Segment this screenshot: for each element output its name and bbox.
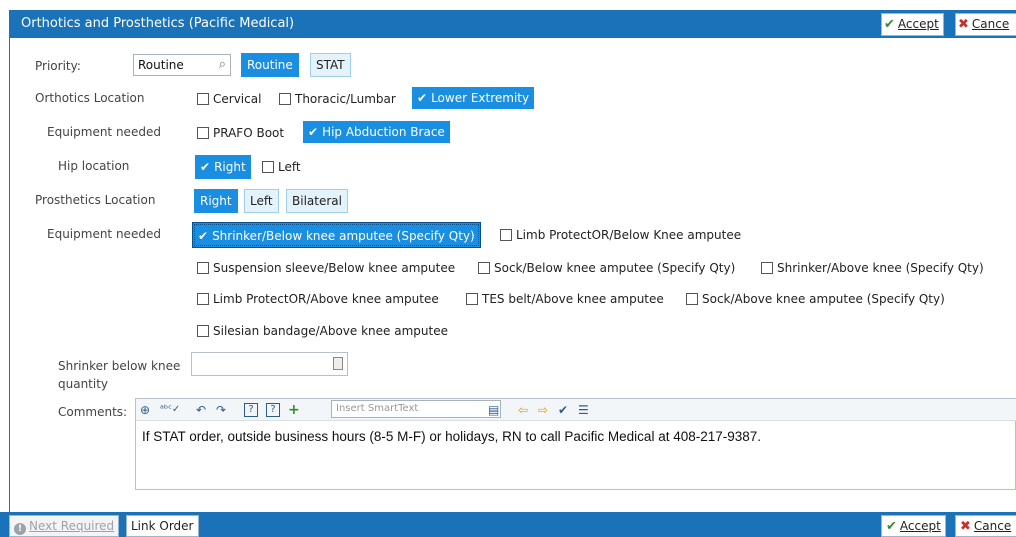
window-title: Orthotics and Prosthetics (Pacific Medic… bbox=[21, 16, 295, 31]
prosthetics-location-label: Prosthetics Location bbox=[35, 193, 156, 207]
sock-above-knee-checkbox[interactable]: Sock/Above knee amputee (Specify Qty) bbox=[686, 288, 945, 310]
prosthetics-right-button[interactable]: Right bbox=[194, 189, 238, 213]
search-icon[interactable]: ⌕ bbox=[219, 57, 226, 72]
prafo-boot-checkbox[interactable]: PRAFO Boot bbox=[197, 122, 284, 144]
footer-bar: ! Next Required Link Order ✔ Accept ✖ Cance bbox=[0, 512, 1016, 537]
smarttext-menu-icon[interactable]: ▤ bbox=[488, 401, 499, 419]
title-bar: Orthotics and Prosthetics (Pacific Medic… bbox=[9, 10, 1016, 38]
prosthetics-left-button[interactable]: Left bbox=[244, 189, 279, 213]
tes-belt-above-knee-checkbox[interactable]: TES belt/Above knee amputee bbox=[466, 288, 664, 310]
hip-left-checkbox[interactable]: Left bbox=[262, 156, 301, 178]
add-icon[interactable]: + bbox=[288, 401, 300, 419]
accept-field-icon[interactable]: ✔ bbox=[558, 401, 568, 419]
checkmark-icon: ✔ bbox=[884, 17, 895, 32]
checkmark-icon: ✔ bbox=[886, 519, 897, 534]
list-next-icon[interactable]: ☰ bbox=[578, 401, 589, 419]
help-insert-icon[interactable]: ? bbox=[266, 403, 280, 417]
close-icon: ✖ bbox=[958, 17, 969, 32]
priority-input[interactable]: Routine ⌕ bbox=[133, 54, 231, 76]
hip-right-checkbox[interactable]: ✔ Right bbox=[195, 155, 251, 179]
sock-below-knee-checkbox[interactable]: Sock/Below knee amputee (Specify Qty) bbox=[478, 257, 735, 279]
close-icon: ✖ bbox=[960, 519, 971, 534]
shrinker-qty-input[interactable] bbox=[191, 352, 348, 376]
hip-abduction-brace-checkbox[interactable]: ✔ Hip Abduction Brace bbox=[303, 121, 450, 143]
smarttext-input[interactable]: Insert SmartText bbox=[331, 400, 501, 418]
redo-icon[interactable]: ↷ bbox=[216, 401, 226, 419]
shrinker-below-knee-checkbox[interactable]: ✔ Shrinker/Below knee amputee (Specify Qt… bbox=[192, 222, 481, 248]
previous-icon[interactable]: ⇦ bbox=[518, 401, 528, 419]
shrinker-above-knee-checkbox[interactable]: Shrinker/Above knee (Specify Qty) bbox=[761, 257, 984, 279]
silesian-bandage-above-knee-checkbox[interactable]: Silesian bandage/Above knee amputee bbox=[197, 320, 448, 342]
editor-toolbar: ⊕ ᵃᵇᶜ✓ ↶ ↷ ? ? + Insert SmartText ▤ ⇦ ⇨ … bbox=[136, 399, 1016, 421]
limb-protector-above-knee-checkbox[interactable]: Limb ProtectOR/Above knee amputee bbox=[197, 288, 439, 310]
priority-label: Priority: bbox=[35, 59, 81, 73]
comments-label: Comments: bbox=[58, 405, 128, 419]
zoom-in-icon[interactable]: ⊕ bbox=[140, 401, 150, 419]
info-icon: ! bbox=[14, 523, 26, 535]
comments-editor[interactable]: ⊕ ᵃᵇᶜ✓ ↶ ↷ ? ? + Insert SmartText ▤ ⇦ ⇨ … bbox=[135, 398, 1016, 490]
comments-text[interactable]: If STAT order, outside business hours (8… bbox=[142, 429, 761, 444]
next-required-button[interactable]: ! Next Required bbox=[9, 515, 120, 537]
priority-stat-button[interactable]: STAT bbox=[310, 53, 351, 77]
window-header: Orthotics and Prosthetics (Pacific Medic… bbox=[0, 0, 1016, 38]
limb-protector-below-knee-checkbox[interactable]: Limb ProtectOR/Below Knee amputee bbox=[500, 224, 741, 246]
checkmark-icon: ✔ bbox=[308, 125, 319, 139]
undo-icon[interactable]: ↶ bbox=[196, 401, 206, 419]
thoracic-lumbar-checkbox[interactable]: Thoracic/Lumbar bbox=[279, 88, 396, 110]
calculator-icon[interactable] bbox=[333, 357, 343, 370]
cervical-checkbox[interactable]: Cervical bbox=[197, 88, 261, 110]
orthotics-equipment-label: Equipment needed bbox=[47, 125, 161, 139]
spellcheck-icon[interactable]: ᵃᵇᶜ✓ bbox=[160, 401, 180, 419]
hip-location-label: Hip location bbox=[58, 159, 130, 173]
shrinker-qty-label: Shrinker below knee quantity bbox=[58, 359, 181, 391]
checkmark-icon: ✔ bbox=[200, 160, 211, 174]
suspension-sleeve-below-knee-checkbox[interactable]: Suspension sleeve/Below knee amputee bbox=[197, 257, 455, 279]
footer-cancel-button[interactable]: ✖ Cance bbox=[955, 515, 1016, 537]
next-icon[interactable]: ⇨ bbox=[538, 401, 548, 419]
cancel-button[interactable]: ✖ Cance bbox=[955, 13, 1016, 36]
help-icon[interactable]: ? bbox=[244, 403, 258, 417]
orthotics-location-label: Orthotics Location bbox=[35, 91, 145, 105]
prosthetics-bilateral-button[interactable]: Bilateral bbox=[286, 189, 348, 213]
link-order-button[interactable]: Link Order bbox=[126, 515, 199, 537]
checkmark-icon: ✔ bbox=[198, 229, 209, 243]
left-border bbox=[9, 38, 10, 512]
checkmark-icon: ✔ bbox=[417, 91, 428, 105]
priority-routine-button[interactable]: Routine bbox=[241, 53, 299, 77]
lower-extremity-checkbox[interactable]: ✔ Lower Extremity bbox=[412, 87, 535, 109]
accept-button[interactable]: ✔ Accept bbox=[881, 13, 944, 36]
footer-accept-button[interactable]: ✔ Accept bbox=[881, 515, 946, 537]
prosthetics-equipment-label: Equipment needed bbox=[47, 227, 161, 241]
